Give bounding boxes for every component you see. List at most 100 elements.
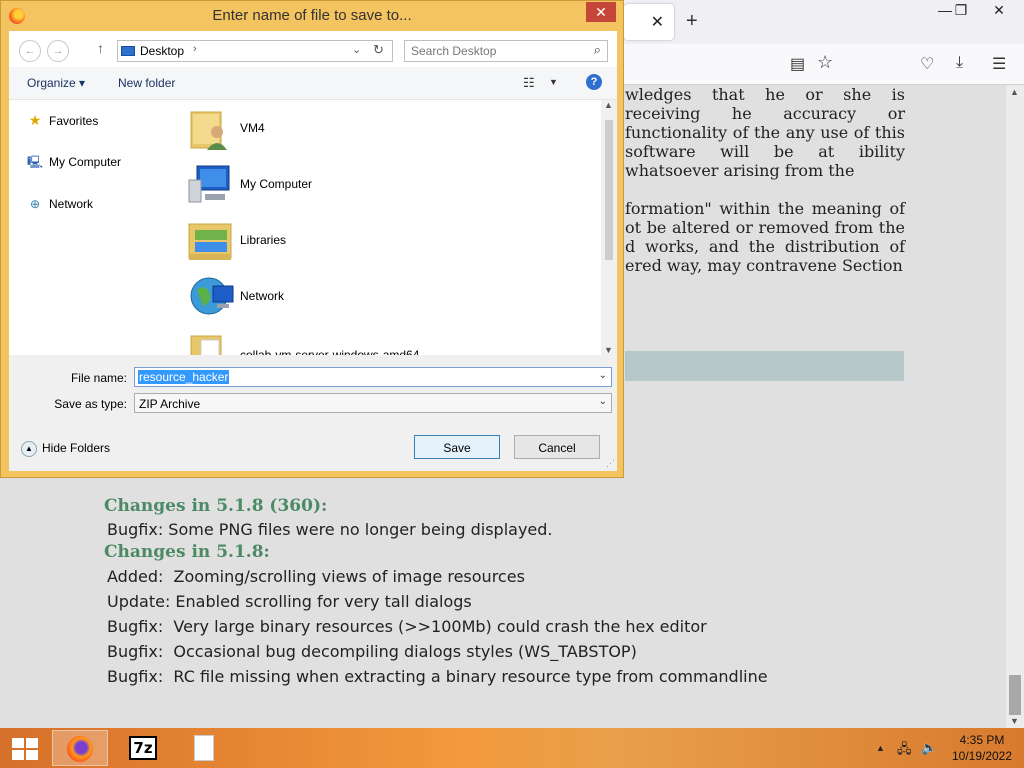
nav-item-favorites[interactable]: ★ Favorites [27,110,99,130]
address-bar[interactable]: Desktop › ⌄ ↻ [117,40,393,62]
computer-icon [188,165,230,203]
taskbar: 7z ▲ 🖧 🔈 4:35 PM 10/19/2022 [0,728,1024,768]
document-icon [194,735,214,761]
changelog-line: Bugfix: Occasional bug decompiling dialo… [107,642,637,661]
file-label: Libraries [240,233,287,247]
save-options-area: File name: resource_hacker ⌄ Save as typ… [9,355,617,471]
chevron-down-icon[interactable]: ⌄ [599,396,607,407]
changelog-heading: Changes in 5.1.8: [104,542,270,562]
nav-item-label: Network [49,197,94,211]
page-scrollbar[interactable]: ▲ ▼ [1006,85,1024,728]
scroll-up-icon[interactable]: ▲ [1010,87,1019,97]
scroll-down-icon[interactable]: ▼ [1010,716,1019,726]
file-name-value: resource_hacker [138,370,230,384]
bookmark-star-icon[interactable]: ☆ [817,52,833,73]
scrollbar-thumb[interactable] [1009,675,1021,715]
volume-icon[interactable]: 🔈 [921,740,937,756]
start-button[interactable] [12,738,38,760]
dialog-close-button[interactable]: ✕ [586,2,616,22]
license-paragraph: wledges that he or she is receiving he a… [625,85,905,180]
7zip-icon: 7z [129,736,157,760]
license-text: wledges that he or she is receiving he a… [625,85,905,275]
file-label: VM4 [240,121,265,135]
system-clock[interactable]: 4:35 PM 10/19/2022 [946,732,1018,764]
reader-view-icon[interactable]: ▤ [790,54,805,74]
desktop-icon [121,46,135,56]
browser-tab[interactable]: ✕ [624,4,674,40]
taskbar-firefox[interactable] [52,730,108,766]
help-icon[interactable]: ? [586,74,602,90]
cancel-button[interactable]: Cancel [514,435,600,459]
scroll-up-icon[interactable]: ▲ [604,100,613,110]
folder-icon [190,335,222,355]
libraries-icon [188,223,232,260]
scrollbar-thumb[interactable] [605,120,613,260]
address-dropdown-icon[interactable]: ⌄ [352,43,361,56]
search-icon[interactable]: ⌕ [594,42,601,58]
window-close-icon[interactable]: ✕ [984,2,1014,19]
changelog-line: Added: Zooming/scrolling views of image … [107,567,525,586]
network-icon [190,277,234,315]
save-type-select[interactable]: ZIP Archive ⌄ [134,393,612,413]
search-input[interactable]: Search Desktop ⌕ [404,40,608,62]
collapse-icon: ▲ [21,441,37,457]
nav-item-label: Favorites [49,114,99,128]
navigation-pane: ★ Favorites 🖳 My Computer ⊕ Network [9,100,174,355]
address-row: ← → ↑ Desktop › ⌄ ↻ Search Desktop ⌕ [9,31,617,67]
hide-folders-label: Hide Folders [42,441,111,456]
restore-icon[interactable]: ❐ [946,2,976,19]
forward-button[interactable]: → [47,40,69,62]
show-hidden-icons-icon[interactable]: ▲ [876,743,885,753]
save-file-dialog: Enter name of file to save to... ✕ ← → ↑… [0,0,624,478]
changelog-line: Update: Enabled scrolling for very tall … [107,592,472,611]
save-type-label: Save as type: [54,397,127,411]
taskbar-7zip[interactable]: 7z [116,730,172,766]
scroll-down-icon[interactable]: ▼ [604,345,613,355]
changelog: Changes in 5.1.8 (360): Bugfix: Some PNG… [104,495,964,689]
up-folder-button[interactable]: ↑ [97,40,104,56]
view-options-icon[interactable]: ☷ [523,75,535,91]
command-bar: Organize ▾ New folder ☷ ▼ ? [9,67,617,100]
new-tab-icon[interactable]: + [686,10,698,33]
file-label: collab-vm-server-windows-amd64 [240,348,420,355]
search-placeholder: Search Desktop [411,44,497,58]
nav-item-my-computer[interactable]: 🖳 My Computer [27,152,121,172]
license-paragraph: formation" within the meaning of ot be a… [625,199,905,275]
star-icon: ★ [28,112,42,128]
firefox-icon [67,736,93,762]
clock-time: 4:35 PM [959,733,1005,747]
taskbar-notepad[interactable] [176,730,232,766]
nav-item-label: My Computer [49,155,122,169]
back-button[interactable]: ← [19,40,41,62]
address-text: Desktop [140,44,185,58]
file-list-scrollbar[interactable]: ▲ ▼ [601,100,617,355]
clock-date: 10/19/2022 [951,749,1013,763]
network-tray-icon[interactable]: 🖧 [897,740,912,762]
breadcrumb-arrow-icon[interactable]: › [193,43,197,55]
changelog-line: Bugfix: RC file missing when extracting … [107,667,768,686]
dialog-title: Enter name of file to save to... [212,7,412,24]
network-icon: ⊕ [29,197,41,211]
computer-icon: 🖳 [27,155,44,169]
file-name-field[interactable]: resource_hacker ⌄ [134,367,612,387]
file-label: My Computer [240,177,313,191]
chevron-down-icon[interactable]: ⌄ [599,370,607,381]
new-folder-button[interactable]: New folder [118,76,175,90]
user-folder-icon [190,111,227,150]
file-list: VM4 My Computer Libraries Network collab… [175,100,601,355]
resize-grip-icon[interactable]: ⋰ [606,458,615,469]
dialog-body: ← → ↑ Desktop › ⌄ ↻ Search Desktop ⌕ Org… [9,31,617,471]
save-button[interactable]: Save [414,435,500,459]
hide-folders-button[interactable]: ▲ Hide Folders [21,441,110,457]
highlight-bar [625,351,904,381]
nav-item-network[interactable]: ⊕ Network [27,194,93,214]
save-type-value: ZIP Archive [139,397,201,411]
view-dropdown-icon[interactable]: ▼ [549,77,558,87]
refresh-icon[interactable]: ↻ [373,42,384,58]
menu-icon[interactable]: ☰ [992,54,1006,74]
pocket-icon[interactable]: ♡ [920,54,934,74]
file-name-label: File name: [70,371,127,385]
organize-button[interactable]: Organize ▾ [27,76,85,90]
downloads-icon[interactable]: ⤓ [956,54,963,72]
close-tab-icon[interactable]: ✕ [651,12,664,32]
